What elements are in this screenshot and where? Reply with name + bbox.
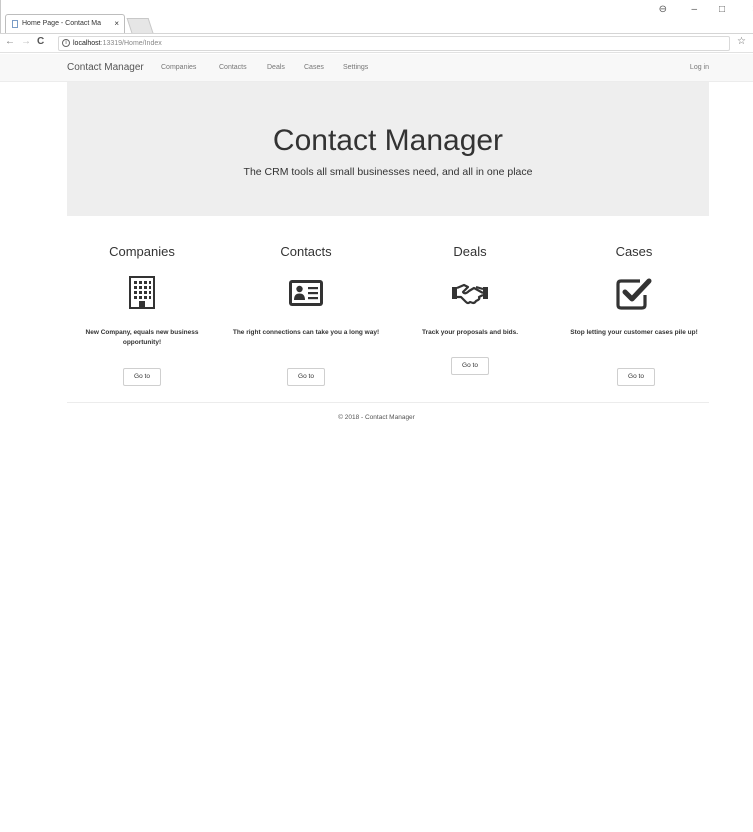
jumbotron: Contact Manager The CRM tools all small … (67, 82, 709, 216)
handshake-icon (452, 275, 488, 311)
footer-divider (67, 402, 709, 403)
feature-title: Contacts (280, 244, 332, 259)
address-bar[interactable]: i localhost:13319/Home/Index (58, 36, 730, 51)
reload-icon[interactable]: C (37, 36, 44, 47)
info-icon[interactable]: i (62, 39, 70, 47)
feature-title: Cases (615, 244, 653, 259)
account-icon[interactable]: ⊖ (659, 4, 667, 15)
page-subtitle: The CRM tools all small businesses need,… (243, 166, 533, 178)
new-tab-button[interactable] (126, 18, 154, 33)
minimize-icon[interactable]: – (691, 4, 697, 15)
browser-tab[interactable]: Home Page - Contact Ma × (5, 14, 125, 33)
maximize-icon[interactable]: □ (719, 4, 725, 15)
feature-description: New Company, equals new business opportu… (85, 329, 199, 346)
nav-companies[interactable]: Companies (161, 64, 196, 71)
checkbox-icon (616, 275, 652, 311)
login-link[interactable]: Log in (690, 64, 709, 71)
bookmark-star-icon[interactable]: ☆ (737, 36, 746, 47)
nav-contacts[interactable]: Contacts (219, 64, 247, 71)
goto-contacts-button[interactable]: Go to (287, 368, 325, 386)
forward-icon[interactable]: → (21, 36, 31, 47)
feature-companies: Companies New Company, equals new busine… (67, 244, 217, 386)
goto-companies-button[interactable]: Go to (123, 368, 161, 386)
feature-description: Stop letting your customer cases pile up… (570, 329, 698, 336)
nav-settings[interactable]: Settings (343, 64, 368, 71)
feature-description: Track your proposals and bids. (421, 329, 519, 336)
back-icon[interactable]: ← (5, 36, 15, 47)
feature-contacts: Contacts The right connections can take … (231, 244, 381, 386)
nav-cases[interactable]: Cases (304, 64, 324, 71)
page-icon (12, 20, 18, 28)
footer-text: © 2018 - Contact Manager (338, 414, 415, 421)
browser-toolbar: ← → C i localhost:13319/Home/Index ☆ (0, 33, 753, 53)
brand-link[interactable]: Contact Manager (67, 62, 144, 73)
id-card-icon (288, 275, 324, 311)
feature-deals: Deals Track your proposals and bids. Go … (395, 244, 545, 375)
building-icon (124, 275, 160, 311)
browser-tabstrip: Home Page - Contact Ma × ⊖ – □ × (0, 0, 753, 34)
goto-cases-button[interactable]: Go to (617, 368, 655, 386)
feature-title: Companies (109, 244, 175, 259)
feature-cases: Cases Stop letting your customer cases p… (559, 244, 709, 386)
tab-title: Home Page - Contact Ma (22, 20, 101, 27)
feature-title: Deals (453, 244, 487, 259)
site-navbar: Contact Manager Companies Contacts Deals… (0, 54, 753, 82)
feature-description: The right connections can take you a lon… (232, 329, 380, 336)
nav-deals[interactable]: Deals (267, 64, 285, 71)
tab-close-icon[interactable]: × (114, 15, 119, 33)
page-title: Contact Manager (272, 124, 504, 157)
goto-deals-button[interactable]: Go to (451, 357, 489, 375)
url-host: localhost (73, 40, 101, 47)
url-path: :13319/Home/Index (100, 40, 162, 47)
